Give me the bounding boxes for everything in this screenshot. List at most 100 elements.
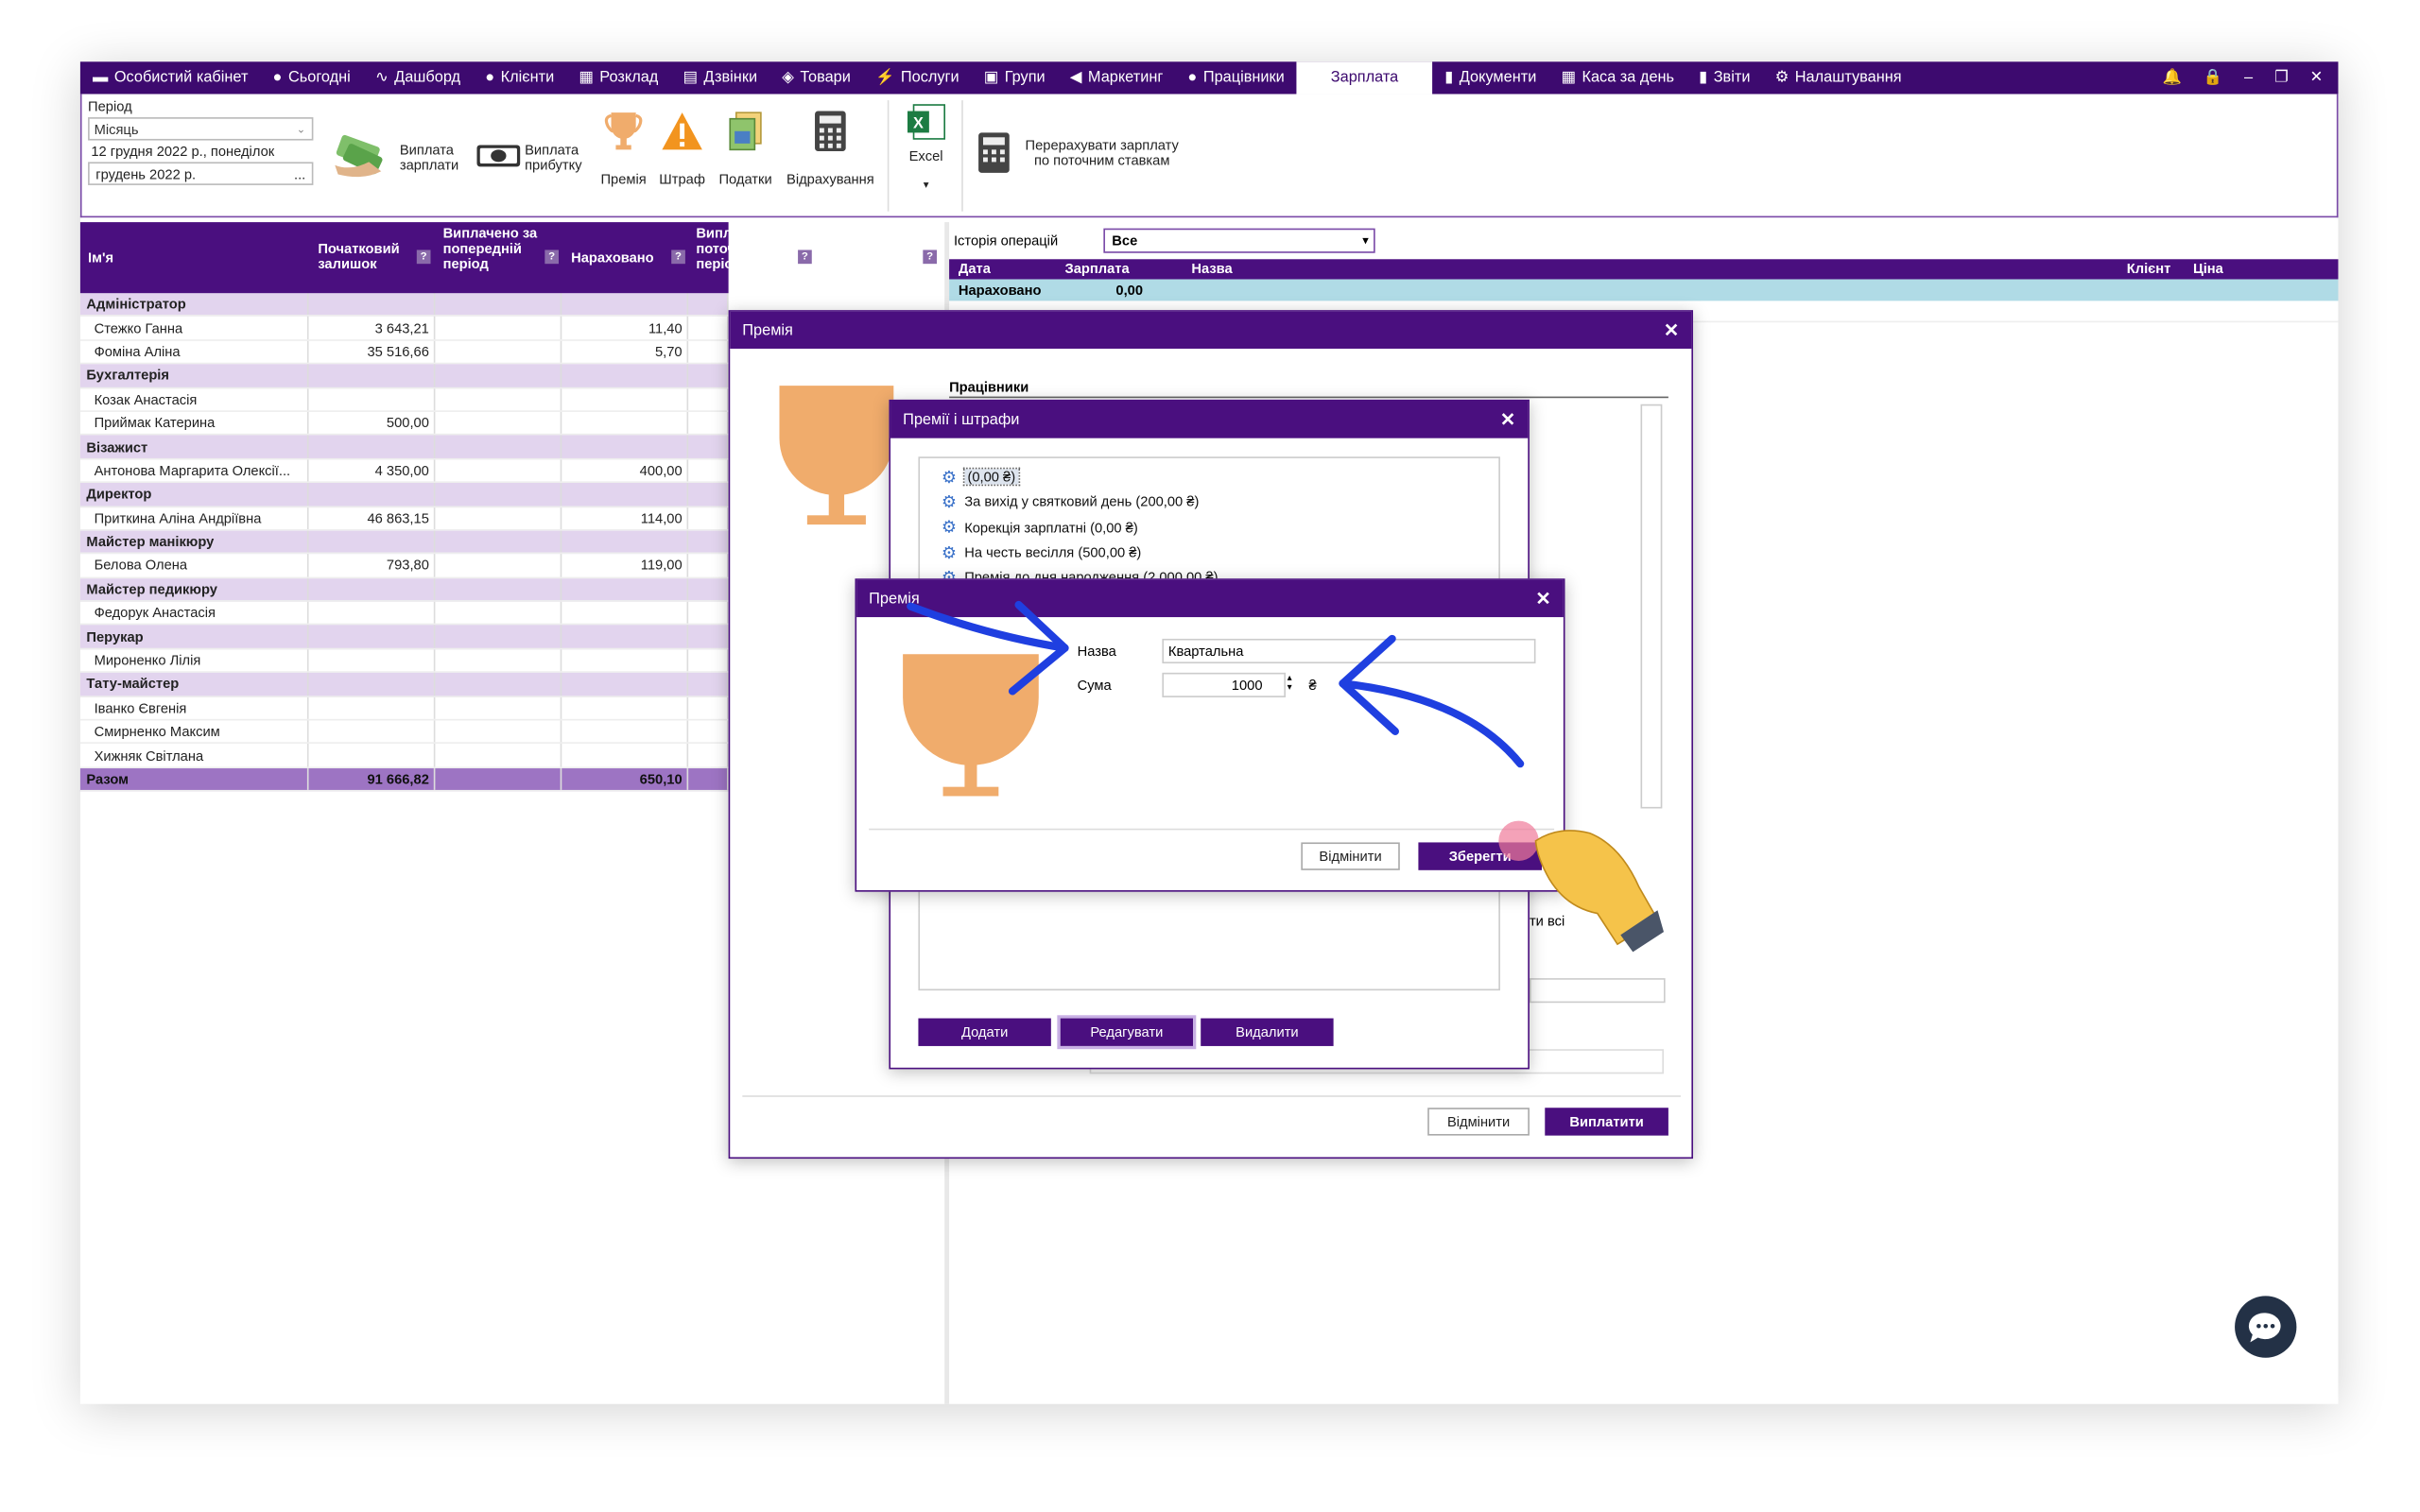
help-icon[interactable]: ? bbox=[923, 249, 938, 265]
group-row[interactable]: Майстер педикюру bbox=[79, 577, 729, 602]
group-row[interactable]: Візажист bbox=[79, 435, 729, 460]
table-row[interactable]: Мироненко Лілія bbox=[79, 649, 729, 674]
help-icon[interactable]: ? bbox=[798, 249, 812, 265]
pay-profit-label: Виплата прибутку bbox=[525, 142, 582, 173]
table-row[interactable]: Стежко Ганна 3 643,21 11,40 bbox=[79, 317, 729, 341]
table-row[interactable]: Приймак Катерина 500,00 bbox=[79, 411, 729, 436]
col-closing-header[interactable]: Кінцевий залишок bbox=[824, 241, 917, 272]
cancel-button[interactable]: Відмінити bbox=[1427, 1108, 1530, 1136]
tax-documents-icon bbox=[729, 112, 762, 151]
bell-icon[interactable]: 🔔 bbox=[2163, 69, 2182, 86]
col-accrued-header[interactable]: Нараховано bbox=[571, 249, 654, 265]
group-row[interactable]: Директор bbox=[79, 483, 729, 507]
category-select[interactable] bbox=[1529, 978, 1666, 1004]
sum-stepper[interactable]: ▴ ▾ bbox=[1288, 674, 1292, 693]
add-button[interactable]: Додати bbox=[918, 1018, 1051, 1046]
month-picker[interactable]: грудень 2022 р.... bbox=[88, 162, 314, 185]
taxes-button[interactable]: Податки bbox=[715, 110, 776, 196]
month-dots-button[interactable]: ... bbox=[294, 166, 305, 181]
group-row[interactable]: Перукар bbox=[79, 625, 729, 650]
name-input[interactable]: Квартальна bbox=[1162, 638, 1536, 664]
nav-tab[interactable]: ▤ Дзвінки bbox=[670, 61, 769, 94]
col-paid-cur-header[interactable]: Виплачено за поточний період bbox=[696, 225, 798, 271]
close-icon[interactable]: ✕ bbox=[1664, 319, 1679, 341]
chat-button[interactable] bbox=[2235, 1296, 2297, 1358]
bonus-button[interactable]: Премія bbox=[597, 110, 650, 196]
nav-tab[interactable]: ● Сьогодні bbox=[260, 61, 362, 94]
delete-button[interactable]: Видалити bbox=[1201, 1018, 1334, 1046]
pay-profit-button[interactable]: Виплата прибутку bbox=[475, 131, 593, 187]
table-row[interactable]: Іванко Євгенія bbox=[79, 696, 729, 721]
trophy-icon bbox=[903, 654, 1039, 797]
group-row[interactable]: Адміністратор bbox=[79, 293, 729, 318]
list-item[interactable]: ⚙ Корекція зарплатні (0,00 ₴) bbox=[942, 515, 1498, 541]
nav-tab[interactable]: ▬ Особистий кабінет bbox=[80, 61, 261, 94]
total-row[interactable]: Разом 91 666,82 650,10 bbox=[79, 767, 729, 792]
col-date-header[interactable]: Дата bbox=[959, 261, 991, 276]
nav-tab[interactable]: ⚡ Послуги bbox=[863, 61, 972, 94]
table-row[interactable]: Смирненко Максим bbox=[79, 720, 729, 745]
minimize-icon[interactable]: – bbox=[2244, 69, 2253, 86]
nav-tab[interactable]: ● Клієнти bbox=[473, 61, 566, 94]
lock-icon[interactable]: 🔒 bbox=[2204, 69, 2222, 86]
help-icon[interactable]: ? bbox=[544, 249, 560, 265]
select-all-label[interactable]: ти всі bbox=[1530, 914, 1564, 929]
col-price-header[interactable]: Ціна bbox=[2193, 261, 2223, 276]
fine-label: Штраф bbox=[659, 171, 705, 187]
nav-tab-label: Особистий кабінет bbox=[113, 69, 249, 87]
col-name-header[interactable]: Ім'я bbox=[88, 249, 113, 265]
cancel-button[interactable]: Відмінити bbox=[1301, 842, 1400, 870]
col-client-header[interactable]: Клієнт bbox=[2127, 261, 2171, 276]
table-row[interactable]: Белова Олена 793,80 119,00 bbox=[79, 554, 729, 578]
nav-tab[interactable]: ▮ Документи bbox=[1432, 61, 1548, 94]
excel-dropdown-icon[interactable]: ▾ bbox=[897, 179, 956, 194]
table-row[interactable]: Козак Анастасія bbox=[79, 387, 729, 412]
nav-tab[interactable]: ● Працівники bbox=[1175, 61, 1296, 94]
help-icon[interactable]: ? bbox=[416, 249, 431, 265]
recalc-button[interactable]: Перерахувати зарплату по поточним ставка… bbox=[977, 131, 1193, 180]
fine-button[interactable]: Штраф bbox=[656, 110, 709, 196]
period-select[interactable]: Місяць ⌄ bbox=[88, 117, 314, 141]
pay-button[interactable]: Виплатити bbox=[1545, 1108, 1668, 1136]
table-row[interactable]: Федорук Анастасія bbox=[79, 601, 729, 626]
nav-tab[interactable]: ▣ Групи bbox=[972, 61, 1058, 94]
nav-tab[interactable]: ▮ Звіти bbox=[1686, 61, 1762, 94]
list-item[interactable]: ⚙ (0,00 ₴) bbox=[942, 464, 1498, 490]
nav-tab[interactable]: ∿ Дашборд bbox=[363, 61, 473, 94]
window-controls: 🔔 🔒 – ❐ ✕ bbox=[2163, 61, 2339, 94]
deductions-button[interactable]: Відрахування bbox=[783, 110, 878, 196]
nav-tab[interactable]: ▦ Каса за день bbox=[1548, 61, 1686, 94]
group-row[interactable]: Тату-майстер bbox=[79, 673, 729, 697]
edit-button[interactable]: Редагувати bbox=[1057, 1015, 1197, 1050]
col-paid-prev-header[interactable]: Виплачено за попередній період bbox=[443, 225, 545, 271]
table-row[interactable]: Фоміна Аліна 35 516,66 5,70 bbox=[79, 340, 729, 365]
group-row[interactable]: Майстер манікюру bbox=[79, 530, 729, 555]
pay-salary-button[interactable]: Виплата зарплати bbox=[329, 131, 465, 187]
sum-input[interactable]: 1000 bbox=[1162, 672, 1286, 697]
close-icon[interactable]: ✕ bbox=[2309, 69, 2323, 86]
table-row[interactable]: Антонова Маргарита Олексії... 4 350,00 400… bbox=[79, 459, 729, 484]
col-salary-header[interactable]: Зарплата bbox=[1065, 261, 1130, 276]
table-row[interactable]: Приткина Аліна Андріївна 46 863,15 114,00 bbox=[79, 507, 729, 531]
table-row[interactable]: Нараховано 0,00 bbox=[949, 279, 2339, 301]
list-item[interactable]: ⚙ На честь весілля (500,00 ₴) bbox=[942, 540, 1498, 565]
list-item[interactable]: ⚙ За вихід у святковий день (200,00 ₴) bbox=[942, 490, 1498, 515]
group-row[interactable]: Бухгалтерія bbox=[79, 364, 729, 388]
nav-tab[interactable]: ▦ Розклад bbox=[566, 61, 670, 94]
nav-tab[interactable]: ◈ Товари bbox=[769, 61, 863, 94]
close-icon[interactable]: ✕ bbox=[1535, 588, 1550, 610]
excel-button[interactable]: X Excel ▾ bbox=[897, 100, 956, 212]
paid-current-cell bbox=[688, 507, 729, 529]
close-icon[interactable]: ✕ bbox=[1500, 409, 1515, 431]
history-filter-select[interactable]: Все ▾ bbox=[1104, 228, 1376, 253]
employees-scrollbar[interactable] bbox=[1640, 404, 1663, 809]
save-button[interactable]: Зберегти bbox=[1418, 842, 1543, 870]
table-row[interactable]: Хижняк Світлана bbox=[79, 744, 729, 768]
help-icon[interactable]: ? bbox=[671, 249, 685, 265]
nav-tab[interactable]: ◀ Маркетинг bbox=[1058, 61, 1176, 94]
nav-tab[interactable]: Зарплата bbox=[1296, 61, 1433, 94]
restore-icon[interactable]: ❐ bbox=[2274, 69, 2289, 86]
col-title-header[interactable]: Назва bbox=[1191, 261, 1232, 276]
col-opening-header[interactable]: Початковий залишок bbox=[318, 241, 416, 272]
nav-tab[interactable]: ⚙ Налаштування bbox=[1763, 61, 1914, 94]
